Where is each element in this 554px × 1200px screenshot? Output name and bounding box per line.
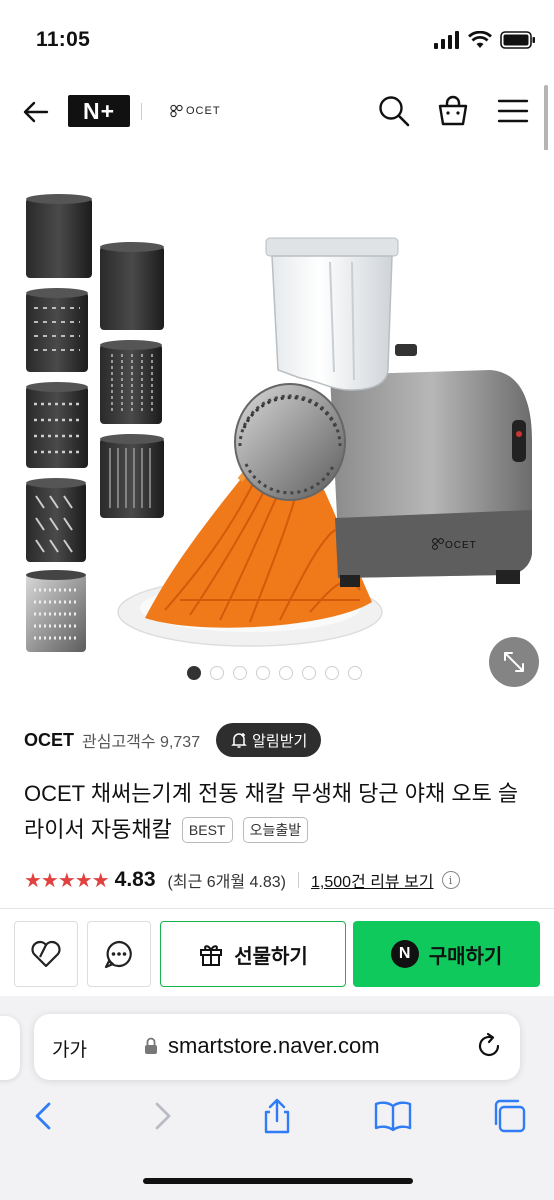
carousel-dot[interactable] (302, 666, 316, 680)
nav-forward-icon[interactable] (142, 1096, 182, 1136)
expand-image-button[interactable] (489, 637, 539, 687)
badge-today-shipping: 오늘출발 (242, 817, 309, 843)
home-indicator[interactable] (143, 1178, 413, 1184)
nplus-logo[interactable]: N+ (68, 95, 130, 127)
gift-icon (200, 945, 223, 966)
rating-row: ★★★★★ 4.83 (최근 6개월 4.83) 1,500건 리뷰 보기 i (24, 866, 460, 894)
back-arrow-icon[interactable] (20, 96, 52, 128)
product-illustration: OCET (26, 194, 532, 652)
tabs-icon[interactable] (489, 1096, 529, 1136)
device-logo-text: OCET (445, 540, 477, 551)
wifi-icon (468, 31, 492, 48)
info-icon[interactable]: i (441, 871, 460, 889)
buy-button-label: 구매하기 (428, 945, 503, 968)
gift-button[interactable]: 선물하기 (160, 921, 346, 987)
signal-icon (434, 31, 459, 49)
buy-button[interactable]: N 구매하기 (353, 921, 540, 987)
search-icon[interactable] (377, 94, 411, 128)
naver-pay-icon: N (390, 940, 419, 968)
store-info-row: OCET 관심고객수 9,737 알림받기 (24, 723, 322, 757)
store-name[interactable]: OCET (24, 730, 74, 751)
fans-count: 관심고객수 9,737 (82, 734, 201, 751)
wishlist-button[interactable] (14, 921, 78, 987)
star-rating-icon: ★★★★★ (24, 869, 110, 892)
carousel-dot[interactable] (325, 666, 339, 680)
recent-rating: (최근 6개월 4.83) (167, 874, 286, 891)
carousel-dot[interactable] (187, 666, 201, 680)
status-time: 11:05 (36, 28, 91, 51)
heart-icon (31, 940, 61, 968)
bell-plus-icon (231, 733, 247, 748)
reload-icon[interactable] (474, 1031, 504, 1061)
expand-icon (504, 652, 524, 672)
rating-separator (298, 872, 299, 888)
lock-icon (145, 1037, 157, 1054)
gift-button-label: 선물하기 (234, 945, 308, 968)
section-divider (0, 908, 554, 909)
url-display[interactable]: smartstore.naver.com (144, 1033, 380, 1059)
carousel-dot[interactable] (256, 666, 270, 680)
store-header: N+ OCET (0, 80, 554, 144)
previous-tab-preview[interactable] (0, 1016, 20, 1080)
text-size-button[interactable]: 가가 (52, 1035, 87, 1062)
carousel-dot[interactable] (348, 666, 362, 680)
talk-button[interactable] (87, 921, 151, 987)
product-image[interactable]: OCET (0, 150, 554, 698)
address-bar[interactable]: 가가 smartstore.naver.com (34, 1014, 520, 1080)
carousel-dots (187, 666, 362, 680)
blade-drums (26, 194, 164, 652)
purchase-action-bar: 선물하기 N 구매하기 (14, 921, 540, 987)
carousel-dot[interactable] (279, 666, 293, 680)
product-title-block: OCET 채써는기계 전동 채칼 무생채 당근 야채 오토 슬라이서 자동채칼 … (24, 776, 534, 848)
menu-icon[interactable] (496, 94, 530, 128)
header-divider (141, 103, 142, 120)
rating-score: 4.83 (114, 868, 156, 891)
badge-best: BEST (181, 817, 233, 843)
brand-logo-mark (170, 104, 183, 118)
brand-logo-text: OCET (186, 105, 221, 117)
carousel-dot[interactable] (210, 666, 224, 680)
carousel-dot[interactable] (233, 666, 247, 680)
alert-button[interactable]: 알림받기 (216, 723, 322, 757)
share-icon[interactable] (257, 1096, 297, 1136)
nav-back-icon[interactable] (24, 1096, 64, 1136)
status-icons (434, 31, 536, 49)
url-text: smartstore.naver.com (168, 1033, 380, 1058)
status-bar: 11:05 (0, 0, 554, 80)
bookmarks-icon[interactable] (373, 1096, 413, 1136)
brand-logo[interactable]: OCET (170, 104, 221, 118)
reviews-link[interactable]: 1,500건 리뷰 보기 (311, 868, 434, 892)
chat-icon (104, 940, 132, 969)
cart-icon[interactable] (436, 94, 470, 128)
battery-icon (500, 31, 535, 49)
alert-button-label: 알림받기 (252, 732, 308, 750)
